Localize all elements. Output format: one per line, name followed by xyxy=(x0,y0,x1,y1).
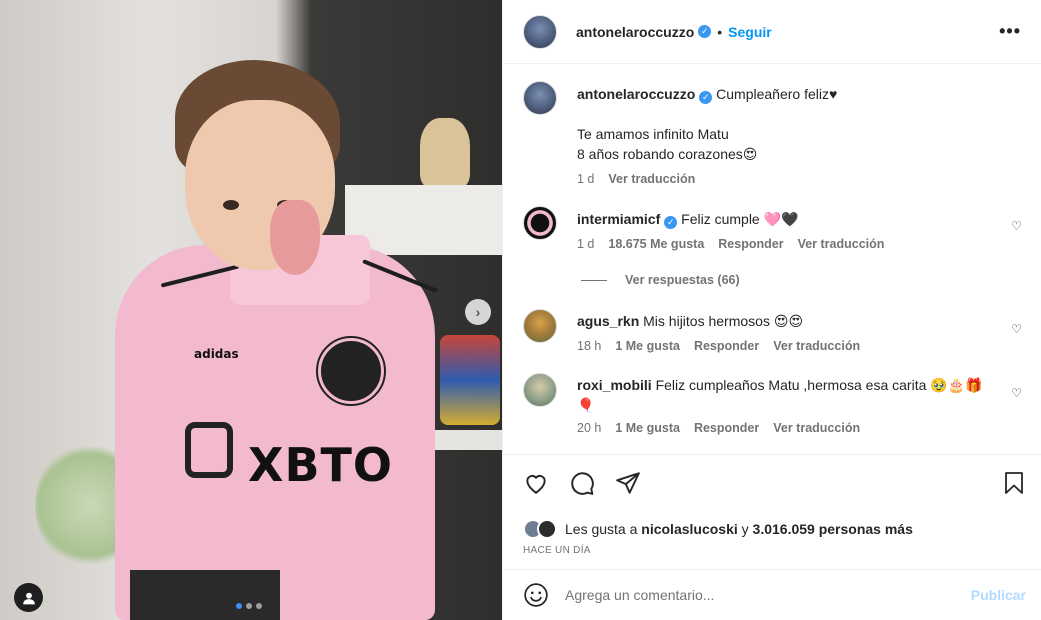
comment-text: Feliz cumple 🩷🖤 xyxy=(681,211,799,227)
follow-button[interactable]: Seguir xyxy=(728,24,772,40)
likes-count[interactable]: 1 Me gusta xyxy=(615,421,680,435)
reply-link[interactable]: Responder xyxy=(718,237,783,251)
caption: antonelaroccuzzo ✓ Cumpleañero feliz♥ Te … xyxy=(523,81,1026,186)
add-comment-bar: Agrega un comentario... Publicar xyxy=(503,569,1041,620)
view-replies-label: Ver respuestas (66) xyxy=(625,273,740,287)
share-icon[interactable] xyxy=(615,470,641,496)
avatar[interactable] xyxy=(523,206,557,240)
publish-button[interactable]: Publicar xyxy=(971,587,1026,603)
comment-text: Mis hijitos hermosos 😍😍 xyxy=(643,313,804,329)
chevron-right-icon: › xyxy=(475,304,481,320)
child-photo: adidas XBTO xyxy=(90,60,460,620)
likes-summary: Les gusta a nicolaslucoski y 3.016.059 p… xyxy=(523,519,1026,539)
likes-count-link[interactable]: 3.016.059 personas más xyxy=(753,521,913,537)
comment-username[interactable]: intermiamicf xyxy=(577,211,660,227)
comment-icon[interactable] xyxy=(569,470,595,496)
caption-line: 8 años robando corazones😍 xyxy=(577,146,758,162)
pants xyxy=(130,570,280,620)
likes-text: Les gusta a nicolaslucoski y 3.016.059 p… xyxy=(565,521,913,537)
verified-icon: ✓ xyxy=(698,25,712,38)
more-icon[interactable]: ••• xyxy=(999,21,1021,42)
heart-icon[interactable]: ♡ xyxy=(1011,219,1022,233)
comment: agus_rkn Mis hijitos hermosos 😍😍 18 h 1 … xyxy=(523,309,1026,353)
tagged-users-button[interactable] xyxy=(14,583,43,612)
post-media[interactable]: adidas XBTO › xyxy=(0,0,502,620)
timestamp: 1 d xyxy=(577,237,595,251)
comment-meta: 20 h 1 Me gusta Responder Ver traducción xyxy=(577,421,1002,435)
caption-username[interactable]: antonelaroccuzzo xyxy=(577,86,695,102)
timestamp: 1 d xyxy=(577,172,595,186)
verified-icon: ✓ xyxy=(664,216,678,229)
translate-link[interactable]: Ver traducción xyxy=(608,172,695,186)
view-replies-button[interactable]: Ver respuestas (66) xyxy=(581,273,1026,287)
tongue xyxy=(270,200,320,275)
avatar[interactable] xyxy=(523,81,557,115)
comment-meta: 1 d 18.675 Me gusta Responder Ver traduc… xyxy=(577,237,1002,251)
comments-list[interactable]: antonelaroccuzzo ✓ Cumpleañero feliz♥ Te … xyxy=(503,65,1041,453)
post-date[interactable]: HACE UN DÍA xyxy=(523,545,1026,556)
bookmark-icon[interactable] xyxy=(1002,470,1026,496)
avatar[interactable] xyxy=(523,309,557,343)
comment-username[interactable]: roxi_mobili xyxy=(577,377,652,393)
comment-text: Feliz cumpleaños Matu ,hermosa esa carit… xyxy=(655,377,983,393)
replies-divider xyxy=(581,279,607,281)
comment: intermiamicf ✓ Feliz cumple 🩷🖤 1 d 18.675… xyxy=(523,206,1026,251)
next-slide-button[interactable]: › xyxy=(465,299,491,325)
user-tag-icon xyxy=(22,592,35,604)
post-panel: antonelaroccuzzo ✓ • Seguir ••• antonela… xyxy=(502,0,1041,620)
post-actions: Les gusta a nicolaslucoski y 3.016.059 p… xyxy=(503,454,1041,556)
eye xyxy=(223,200,239,210)
slide-dot xyxy=(256,603,262,609)
comment-username[interactable]: agus_rkn xyxy=(577,313,639,329)
caption-meta: 1 d Ver traducción xyxy=(577,172,1002,186)
likes-middle: y xyxy=(741,521,749,537)
timestamp: 20 h xyxy=(577,421,602,435)
likes-count[interactable]: 18.675 Me gusta xyxy=(608,237,704,251)
reply-link[interactable]: Responder xyxy=(694,421,759,435)
likes-count[interactable]: 1 Me gusta xyxy=(615,339,680,353)
verified-icon: ✓ xyxy=(699,91,713,104)
translate-link[interactable]: Ver traducción xyxy=(798,237,885,251)
heart-icon[interactable]: ♡ xyxy=(1011,322,1022,336)
slide-indicator xyxy=(236,603,262,609)
caption-line: Cumpleañero feliz♥ xyxy=(716,86,838,102)
post-header: antonelaroccuzzo ✓ • Seguir ••• xyxy=(503,0,1041,64)
slide-dot xyxy=(246,603,252,609)
likes-user-link[interactable]: nicolaslucoski xyxy=(641,521,737,537)
club-crest xyxy=(316,336,386,406)
likes-prefix: Les gusta a xyxy=(565,521,638,537)
comment-input[interactable]: Agrega un comentario... xyxy=(565,587,971,603)
sponsor-hex-logo xyxy=(185,422,233,478)
emoji-icon[interactable] xyxy=(523,582,549,608)
separator: • xyxy=(717,23,723,40)
comment-meta: 18 h 1 Me gusta Responder Ver traducción xyxy=(577,339,1002,353)
author-username[interactable]: antonelaroccuzzo xyxy=(576,24,694,40)
reply-link[interactable]: Responder xyxy=(694,339,759,353)
translate-link[interactable]: Ver traducción xyxy=(773,421,860,435)
comment-text: 🎈 xyxy=(577,397,595,413)
avatar[interactable] xyxy=(523,14,557,49)
comment: roxi_mobili Feliz cumpleaños Matu ,hermo… xyxy=(523,373,1026,435)
avatar[interactable] xyxy=(523,373,557,407)
heart-icon[interactable] xyxy=(523,470,549,496)
action-bar xyxy=(523,467,1026,499)
avatar[interactable] xyxy=(537,519,557,539)
brand-logo: adidas xyxy=(194,347,239,361)
timestamp: 18 h xyxy=(577,339,602,353)
heart-icon[interactable]: ♡ xyxy=(1011,386,1022,400)
slide-dot xyxy=(236,603,242,609)
caption-line: Te amamos infinito Matu xyxy=(577,126,729,142)
translate-link[interactable]: Ver traducción xyxy=(773,339,860,353)
sponsor-text: XBTO xyxy=(248,438,394,492)
